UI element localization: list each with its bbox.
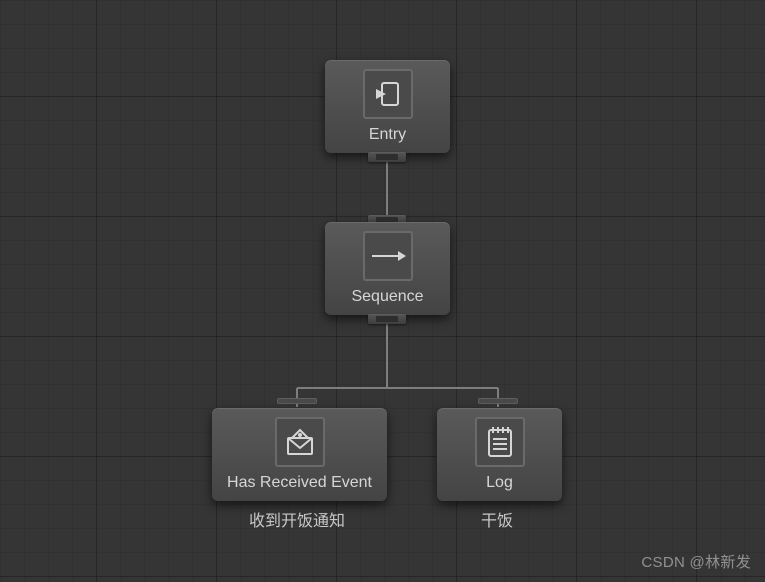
log-caption: 干饭 bbox=[437, 507, 557, 531]
has-received-event-in-port[interactable] bbox=[277, 398, 317, 404]
envelope-icon bbox=[275, 417, 325, 467]
entry-out-port[interactable] bbox=[368, 152, 406, 162]
log-in-port[interactable] bbox=[478, 398, 518, 404]
watermark-text: CSDN @林新发 bbox=[641, 551, 751, 572]
has-received-event-caption: 收到开饭通知 bbox=[212, 507, 382, 531]
entry-icon bbox=[363, 69, 413, 119]
log-node[interactable]: Log bbox=[437, 408, 562, 501]
notepad-icon bbox=[475, 417, 525, 467]
has-received-event-node[interactable]: Has Received Event bbox=[212, 408, 387, 501]
entry-label: Entry bbox=[369, 126, 406, 144]
sequence-out-port[interactable] bbox=[368, 314, 406, 324]
sequence-node[interactable]: Sequence bbox=[325, 222, 450, 315]
arrow-right-icon bbox=[363, 231, 413, 281]
entry-node[interactable]: Entry bbox=[325, 60, 450, 153]
has-received-event-label: Has Received Event bbox=[227, 474, 372, 492]
log-label: Log bbox=[486, 474, 513, 492]
sequence-label: Sequence bbox=[351, 288, 423, 306]
